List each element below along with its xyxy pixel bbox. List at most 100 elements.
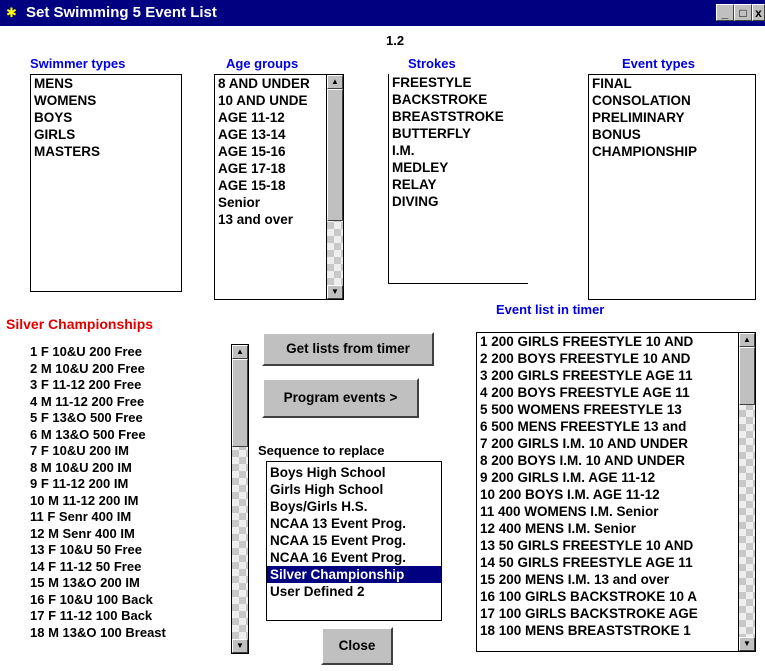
swimmer-types-header: Swimmer types (30, 56, 126, 71)
program-events-button[interactable]: Program events > (262, 378, 419, 418)
sequence-events-scrollbar[interactable]: ▲ ▼ (231, 344, 249, 654)
list-item[interactable]: MEDLEY (389, 159, 528, 176)
list-item[interactable]: Boys High School (267, 464, 441, 481)
list-item[interactable]: 8 AND UNDER (215, 75, 343, 92)
list-item: 18 M 13&O 100 Breast (30, 624, 166, 640)
list-item[interactable]: FREESTYLE (389, 74, 528, 91)
scroll-up-arrow-icon[interactable]: ▲ (327, 75, 343, 89)
list-item[interactable]: 3 200 GIRLS FREESTYLE AGE 11 (477, 367, 755, 384)
list-item[interactable]: BUTTERFLY (389, 125, 528, 142)
close-window-button[interactable]: x (752, 4, 765, 21)
list-item[interactable]: AGE 13-14 (215, 126, 343, 143)
list-item[interactable]: GIRLS (31, 126, 181, 143)
list-item: 12 M Senr 400 IM (30, 525, 135, 541)
list-item[interactable]: PRELIMINARY (589, 109, 755, 126)
list-item[interactable]: 1 200 GIRLS FREESTYLE 10 AND (477, 333, 755, 350)
list-item: 2 M 10&U 200 Free (30, 360, 145, 376)
list-item[interactable]: MASTERS (31, 143, 181, 160)
scroll-thumb[interactable] (232, 359, 248, 447)
list-item[interactable]: BREASTSTROKE (389, 108, 528, 125)
list-item: 5 F 13&O 500 Free (30, 410, 143, 425)
list-item[interactable]: WOMENS (31, 92, 181, 109)
maximize-button[interactable]: □ (734, 4, 752, 21)
strokes-list[interactable]: FREESTYLE BACKSTROKE BREASTSTROKE BUTTER… (388, 74, 528, 284)
list-item[interactable]: NCAA 16 Event Prog. (267, 549, 441, 566)
list-item[interactable]: 12 400 MENS I.M. Senior (477, 520, 755, 537)
scroll-up-arrow-icon[interactable]: ▲ (739, 333, 755, 347)
list-item[interactable]: 4 200 BOYS FREESTYLE AGE 11 (477, 384, 755, 401)
list-item: 10 M 11-12 200 IM (30, 492, 139, 508)
list-item: 13 F 10&U 50 Free (30, 542, 143, 557)
list-item[interactable]: 10 200 BOYS I.M. AGE 11-12 (477, 486, 755, 503)
list-item[interactable]: 13 50 GIRLS FREESTYLE 10 AND (477, 537, 755, 554)
close-button[interactable]: Close (321, 627, 393, 665)
list-item[interactable]: 14 50 GIRLS FREESTYLE AGE 11 (477, 554, 755, 571)
list-item: 16 F 10&U 100 Back (30, 591, 153, 607)
sequence-to-replace-list[interactable]: Boys High School Girls High School Boys/… (266, 461, 442, 621)
list-item[interactable]: BACKSTROKE (389, 91, 528, 108)
list-item[interactable]: 15 200 MENS I.M. 13 and over (477, 571, 755, 588)
list-item[interactable]: 17 100 GIRLS BACKSTROKE AGE (477, 605, 755, 622)
list-item[interactable]: MENS (31, 75, 181, 92)
list-item[interactable]: Girls High School (267, 481, 441, 498)
title-bar: ✱ Set Swimming 5 Event List _ □ x (0, 0, 765, 26)
list-item[interactable]: 8 200 BOYS I.M. 10 AND UNDER (477, 452, 755, 469)
list-item[interactable]: 11 400 WOMENS I.M. Senior (477, 503, 755, 520)
scroll-down-arrow-icon[interactable]: ▼ (327, 285, 343, 299)
scroll-thumb[interactable] (327, 89, 343, 221)
app-icon: ✱ (6, 5, 17, 20)
list-item[interactable]: AGE 15-16 (215, 143, 343, 160)
scroll-thumb[interactable] (739, 347, 755, 405)
list-item[interactable]: 2 200 BOYS FREESTYLE 10 AND (477, 350, 755, 367)
list-item[interactable]: User Defined 2 (267, 583, 441, 600)
age-groups-header: Age groups (226, 56, 299, 71)
list-item[interactable]: DIVING (389, 193, 528, 210)
list-item[interactable]: NCAA 13 Event Prog. (267, 515, 441, 532)
list-item[interactable]: I.M. (389, 142, 528, 159)
list-item: 3 F 11-12 200 Free (30, 377, 142, 392)
swimmer-types-list[interactable]: MENS WOMENS BOYS GIRLS MASTERS (30, 74, 182, 292)
scroll-up-arrow-icon[interactable]: ▲ (232, 345, 248, 359)
sequence-title: Silver Championships (6, 316, 154, 332)
age-groups-scrollbar[interactable]: ▲ ▼ (326, 75, 343, 299)
event-list-header: Event list in timer (496, 302, 605, 317)
list-item[interactable]: BOYS (31, 109, 181, 126)
list-item: 14 F 11-12 50 Free (30, 558, 142, 574)
sequence-to-replace-label: Sequence to replace (258, 443, 385, 458)
version-label: 1.2 (386, 33, 405, 48)
list-item[interactable]: 6 500 MENS FREESTYLE 13 and (477, 418, 755, 435)
event-list-scrollbar[interactable]: ▲ ▼ (738, 333, 755, 651)
list-item[interactable]: NCAA 15 Event Prog. (267, 532, 441, 549)
list-item[interactable]: 10 AND UNDE (215, 92, 343, 109)
list-item[interactable]: AGE 11-12 (215, 109, 343, 126)
age-groups-list[interactable]: 8 AND UNDER 10 AND UNDE AGE 11-12 AGE 13… (214, 74, 344, 300)
list-item: 4 M 11-12 200 Free (30, 393, 145, 409)
list-item[interactable]: Boys/Girls H.S. (267, 498, 441, 515)
scroll-down-arrow-icon[interactable]: ▼ (739, 637, 755, 651)
list-item[interactable]: 16 100 GIRLS BACKSTROKE 10 A (477, 588, 755, 605)
event-list-timer[interactable]: 1 200 GIRLS FREESTYLE 10 AND 2 200 BOYS … (476, 332, 756, 652)
list-item[interactable]: 9 200 GIRLS I.M. AGE 11-12 (477, 469, 755, 486)
list-item[interactable]: RELAY (389, 176, 528, 193)
event-types-list[interactable]: FINAL CONSOLATION PRELIMINARY BONUS CHAM… (588, 74, 756, 300)
list-item[interactable]: 7 200 GIRLS I.M. 10 AND UNDER (477, 435, 755, 452)
list-item-selected[interactable]: Silver Championship (267, 566, 441, 583)
list-item[interactable]: Senior (215, 194, 343, 211)
list-item[interactable]: CONSOLATION (589, 92, 755, 109)
list-item[interactable]: AGE 17-18 (215, 160, 343, 177)
event-types-header: Event types (622, 56, 695, 71)
list-item[interactable]: AGE 15-18 (215, 177, 343, 194)
get-lists-button[interactable]: Get lists from timer (262, 332, 434, 366)
list-item[interactable]: 18 100 MENS BREASTSTROKE 1 (477, 622, 755, 639)
list-item: 8 M 10&U 200 IM (30, 459, 132, 475)
list-item[interactable]: 5 500 WOMENS FREESTYLE 13 (477, 401, 755, 418)
list-item: 17 F 11-12 100 Back (30, 608, 153, 623)
list-item[interactable]: 13 and over (215, 211, 343, 228)
list-item[interactable]: CHAMPIONSHIP (589, 143, 755, 160)
list-item: 9 F 11-12 200 IM (30, 476, 129, 491)
scroll-down-arrow-icon[interactable]: ▼ (232, 639, 248, 653)
list-item[interactable]: FINAL (589, 75, 755, 92)
list-item: 15 M 13&O 200 IM (30, 575, 140, 590)
list-item[interactable]: BONUS (589, 126, 755, 143)
minimize-button[interactable]: _ (716, 4, 734, 21)
